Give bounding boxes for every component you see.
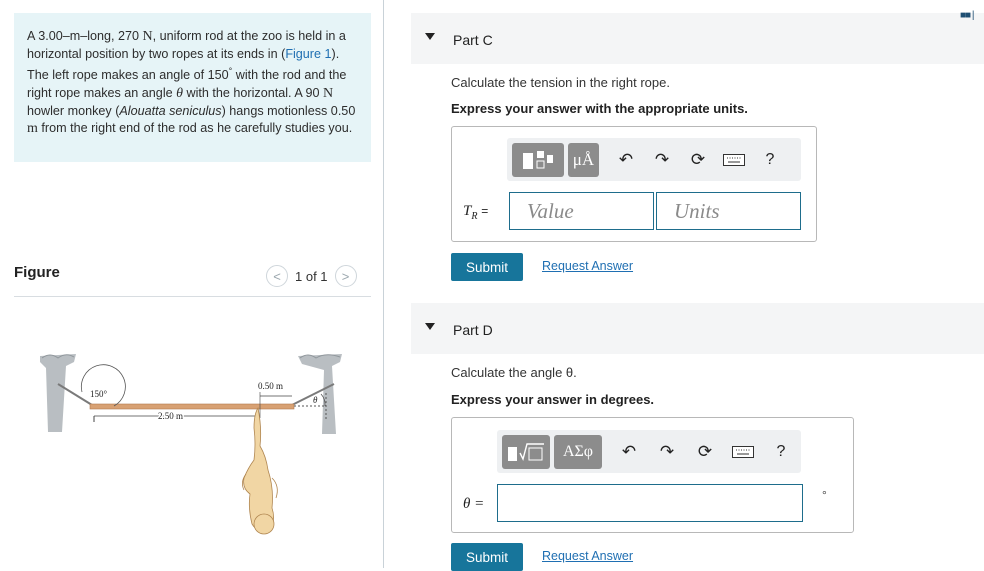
theta-symbol: θ [176, 85, 184, 101]
angle-variable: θ = [463, 496, 485, 512]
help-icon[interactable]: ? [759, 149, 781, 171]
keyboard-icon[interactable] [723, 149, 745, 171]
templates-icon [523, 150, 553, 169]
collapse-triangle-icon[interactable] [425, 323, 435, 330]
problem-text: from the right end of the rod as he care… [37, 121, 353, 136]
problem-text: ) hangs motionless 0.50 [221, 103, 356, 118]
templates-button[interactable] [512, 142, 564, 177]
part-d-request-answer-link[interactable]: Request Answer [542, 549, 633, 563]
units-input[interactable]: Units [656, 192, 801, 230]
right-tree [298, 354, 342, 434]
chevron-right-icon: > [341, 268, 350, 284]
rod [89, 403, 295, 410]
figure-diagram: 150° θ 2.50 m 0.50 m [40, 354, 342, 535]
angle-label-left: 150° [90, 389, 108, 399]
part-d-instruction: Express your answer in degrees. [451, 392, 655, 407]
angle-label-right: θ [313, 395, 318, 405]
unit-symbol: N [142, 29, 153, 44]
part-c-submit-button[interactable]: Submit [451, 253, 523, 281]
redo-icon[interactable]: ↷ [656, 441, 678, 463]
help-icon[interactable]: ? [770, 441, 792, 463]
monkey [242, 406, 278, 535]
greek-symbols-button[interactable]: ΑΣφ [554, 434, 602, 469]
next-figure-button[interactable]: > [334, 265, 357, 287]
dim-label-long: 2.50 m [158, 411, 183, 421]
dim-label-short: 0.50 m [258, 381, 283, 391]
reset-icon[interactable]: ⟳ [694, 441, 716, 463]
unit-symbol: m [27, 121, 38, 137]
collapse-triangle-icon[interactable] [425, 33, 435, 40]
tension-variable: TR = [463, 203, 488, 222]
part-d-question: Calculate the angle θ. [451, 365, 577, 380]
units-placeholder: Units [674, 198, 720, 223]
figure-heading: Figure [14, 264, 60, 281]
species-name: Alouatta seniculus [119, 103, 222, 118]
keyboard-icon[interactable] [732, 441, 754, 463]
variable-subscript: R [471, 211, 478, 222]
part-c-toolbar: μÅ ↶ ↷ ⟳ ? [507, 138, 801, 181]
part-d-toolbar: ΑΣφ ↶ ↷ ⟳ ? [497, 430, 801, 473]
part-c-title: Part C [453, 32, 493, 48]
part-c-question: Calculate the tension in the right rope. [451, 75, 670, 90]
reset-icon[interactable]: ⟳ [687, 149, 709, 171]
undo-icon[interactable]: ↶ [618, 441, 640, 463]
book-icon[interactable]: ■■ | [960, 10, 975, 21]
figure-link[interactable]: Figure 1 [285, 47, 331, 61]
equals-sign: = [481, 204, 489, 218]
problem-text: howler monkey ( [27, 103, 120, 118]
angle-input[interactable] [497, 484, 803, 522]
degree-unit-label: ° [822, 488, 827, 502]
prev-figure-button[interactable]: < [266, 265, 288, 287]
problem-text: with the horizontal. A 90 [183, 85, 324, 100]
angle-arc-left [81, 364, 126, 407]
units-symbols-button[interactable]: μÅ [568, 142, 599, 177]
part-d-header[interactable]: Part D [411, 303, 984, 354]
rod-monkey-figure: 150° θ 2.50 m 0.50 m [36, 348, 348, 543]
templates-icon [508, 442, 544, 461]
part-c-instruction: Express your answer with the appropriate… [451, 101, 748, 116]
figure-pager: < 1 of 1 > [266, 264, 357, 288]
figure-divider [14, 296, 371, 297]
help-label: ? [776, 442, 786, 460]
problem-statement: A 3.00–m–long, 270 N, uniform rod at the… [14, 13, 371, 162]
unit-symbol: N [323, 85, 334, 101]
units-symbols-label: μÅ [572, 149, 595, 169]
greek-symbols-label: ΑΣφ [562, 442, 594, 460]
part-c-header[interactable]: Part C [411, 13, 984, 64]
part-d-title: Part D [453, 322, 493, 338]
redo-icon[interactable]: ↷ [651, 149, 673, 171]
templates-button[interactable] [502, 434, 550, 469]
value-placeholder: Value [527, 198, 574, 223]
help-label: ? [765, 150, 775, 168]
value-input[interactable]: Value [509, 192, 654, 230]
problem-text: A 3.00–m–long, 270 [27, 29, 143, 43]
part-c-request-answer-link[interactable]: Request Answer [542, 259, 633, 273]
chevron-left-icon: < [273, 268, 281, 284]
left-tree [40, 354, 76, 432]
column-divider [383, 0, 384, 568]
figure-page-count: 1 of 1 [295, 268, 328, 284]
undo-icon[interactable]: ↶ [615, 149, 637, 171]
part-d-submit-button[interactable]: Submit [451, 543, 523, 571]
part-d-answer-box: ΑΣφ ↶ ↷ ⟳ ? θ = ° [451, 417, 854, 533]
part-c-answer-box: μÅ ↶ ↷ ⟳ ? TR = Value Units [451, 126, 817, 242]
